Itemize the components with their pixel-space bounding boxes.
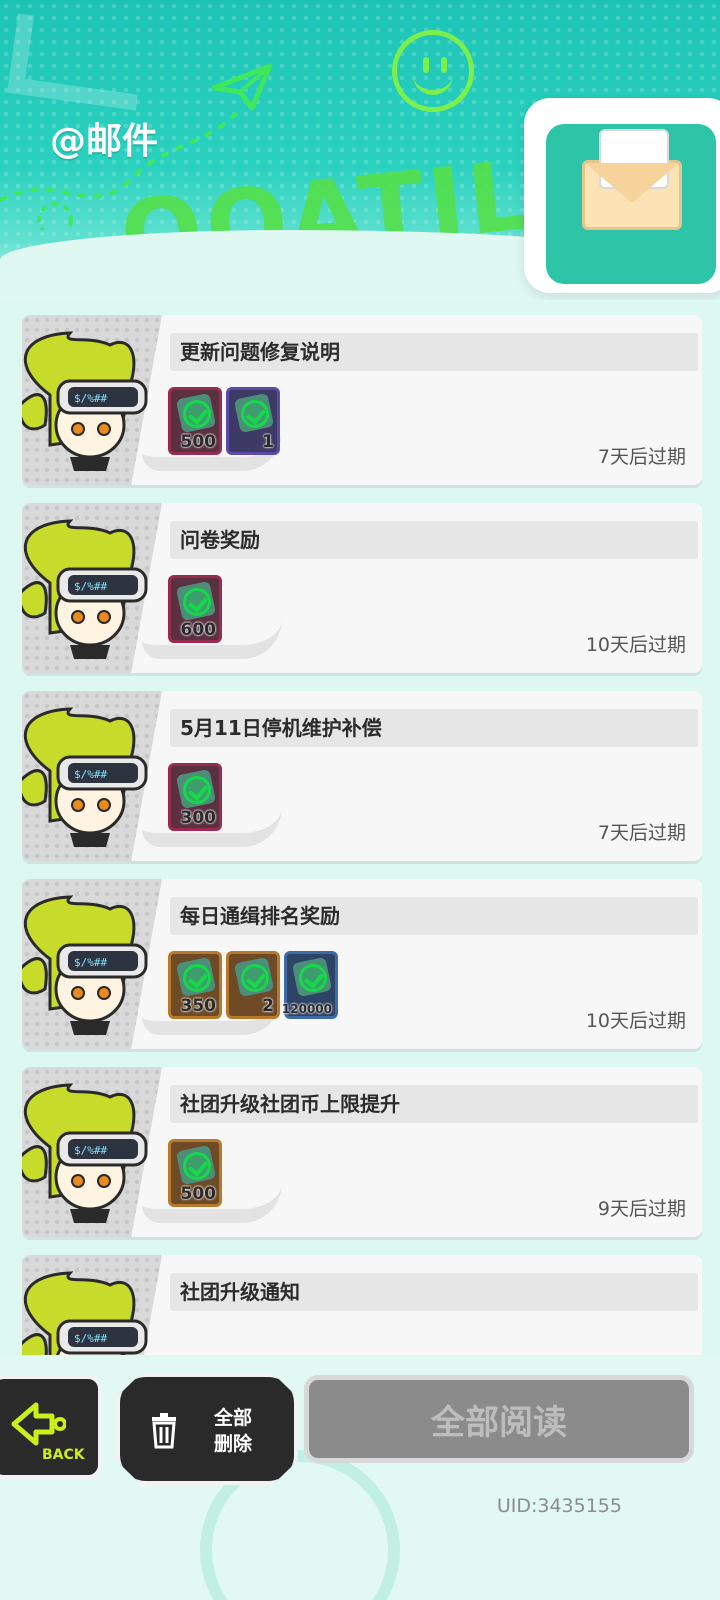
- sender-avatar: $/%##: [22, 325, 160, 475]
- reward-item[interactable]: 1: [226, 387, 280, 455]
- mail-subject: 每日通缉排名奖励: [170, 897, 698, 935]
- reward-item[interactable]: 300: [168, 763, 222, 831]
- reward-quantity: 2: [262, 996, 274, 1016]
- delete-all-label: 全部 删除: [198, 1405, 268, 1457]
- trash-icon: [152, 1413, 176, 1449]
- reward-quantity: 120000: [281, 1002, 332, 1016]
- delete-all-label-line1: 全部: [213, 1407, 252, 1429]
- claimed-check-icon: [183, 964, 211, 992]
- sender-avatar: $/%##: [22, 1265, 160, 1355]
- mail-subject: 社团升级通知: [170, 1273, 698, 1311]
- envelope-icon: [582, 129, 682, 230]
- reward-items: 500 1: [168, 387, 280, 455]
- mail-header-card: [524, 98, 720, 293]
- reward-items: 500: [168, 1139, 222, 1207]
- reward-item[interactable]: 2: [226, 951, 280, 1019]
- mail-subject: 5月11日停机维护补偿: [170, 709, 698, 747]
- mail-subject: 问卷奖励: [170, 521, 698, 559]
- svg-text:$/%##: $/%##: [74, 1144, 107, 1157]
- back-button[interactable]: BACK: [0, 1375, 102, 1479]
- reward-item[interactable]: 500: [168, 1139, 222, 1207]
- sender-avatar: $/%##: [22, 1077, 160, 1227]
- delete-all-button[interactable]: 全部 删除: [116, 1373, 298, 1485]
- claimed-check-icon: [299, 964, 327, 992]
- svg-text:$/%##: $/%##: [74, 768, 107, 781]
- sender-avatar: $/%##: [22, 513, 160, 663]
- mail-card[interactable]: $/%## 社团升级社团币上限提升 500 9天后过期: [22, 1067, 702, 1237]
- reward-items: 350 2 120000: [168, 951, 338, 1019]
- claimed-check-icon: [241, 964, 269, 992]
- reward-items: 300: [168, 763, 222, 831]
- reward-quantity: 500: [180, 1184, 217, 1204]
- mail-subject: 社团升级社团币上限提升: [170, 1085, 698, 1123]
- sender-avatar: $/%##: [22, 889, 160, 1039]
- mail-card[interactable]: $/%## 每日通缉排名奖励 350 2 120000 10天后过期: [22, 879, 702, 1049]
- uid-label: UID:3435155: [496, 1495, 622, 1517]
- svg-text:$/%##: $/%##: [74, 956, 107, 969]
- claimed-check-icon: [183, 588, 211, 616]
- reward-quantity: 300: [180, 808, 217, 828]
- back-label: BACK: [42, 1447, 85, 1463]
- reward-quantity: 500: [180, 432, 217, 452]
- sender-avatar: $/%##: [22, 701, 160, 851]
- reward-quantity: 350: [180, 996, 217, 1016]
- mail-card[interactable]: $/%## 更新问题修复说明 500 1 7天后过期: [22, 315, 702, 485]
- expire-text: 7天后过期: [597, 822, 686, 844]
- back-arrow-icon: [11, 1402, 66, 1446]
- smiley-icon: [392, 30, 474, 112]
- delete-all-label-line2: 删除: [213, 1433, 252, 1455]
- mail-card[interactable]: $/%## 5月11日停机维护补偿 300 7天后过期: [22, 691, 702, 861]
- expire-text: 10天后过期: [585, 1010, 686, 1032]
- reward-item[interactable]: 500: [168, 387, 222, 455]
- claimed-check-icon: [183, 400, 211, 428]
- claimed-check-icon: [183, 1152, 211, 1180]
- expire-text: 7天后过期: [597, 446, 686, 468]
- svg-text:$/%##: $/%##: [74, 392, 107, 405]
- footer-bar: BACK 全部 删除 全部阅读 UID:3435155: [0, 1355, 720, 1600]
- paper-plane-icon: [212, 63, 272, 111]
- reward-item[interactable]: 600: [168, 575, 222, 643]
- reward-quantity: 1: [262, 432, 274, 452]
- claimed-check-icon: [241, 400, 269, 428]
- read-all-button[interactable]: 全部阅读: [304, 1375, 694, 1463]
- reward-item[interactable]: 120000: [281, 951, 338, 1019]
- header-banner: OOATIL @邮件: [0, 0, 720, 300]
- reward-quantity: 600: [180, 620, 217, 640]
- mail-subject: 更新问题修复说明: [170, 333, 698, 371]
- reward-items: 600: [168, 575, 222, 643]
- svg-text:$/%##: $/%##: [74, 580, 107, 593]
- reward-item[interactable]: 350: [168, 951, 222, 1019]
- mail-card[interactable]: $/%## 问卷奖励 600 10天后过期: [22, 503, 702, 673]
- mail-list[interactable]: $/%## 更新问题修复说明 500 1 7天后过期 $/%## 问卷奖励 60…: [0, 305, 720, 1355]
- claimed-check-icon: [183, 776, 211, 804]
- expire-text: 10天后过期: [585, 634, 686, 656]
- mail-card-inner: [546, 124, 716, 284]
- svg-text:$/%##: $/%##: [74, 1332, 107, 1345]
- mail-card[interactable]: $/%## 社团升级通知: [22, 1255, 702, 1355]
- expire-text: 9天后过期: [597, 1198, 686, 1220]
- page-title: @邮件: [50, 121, 159, 162]
